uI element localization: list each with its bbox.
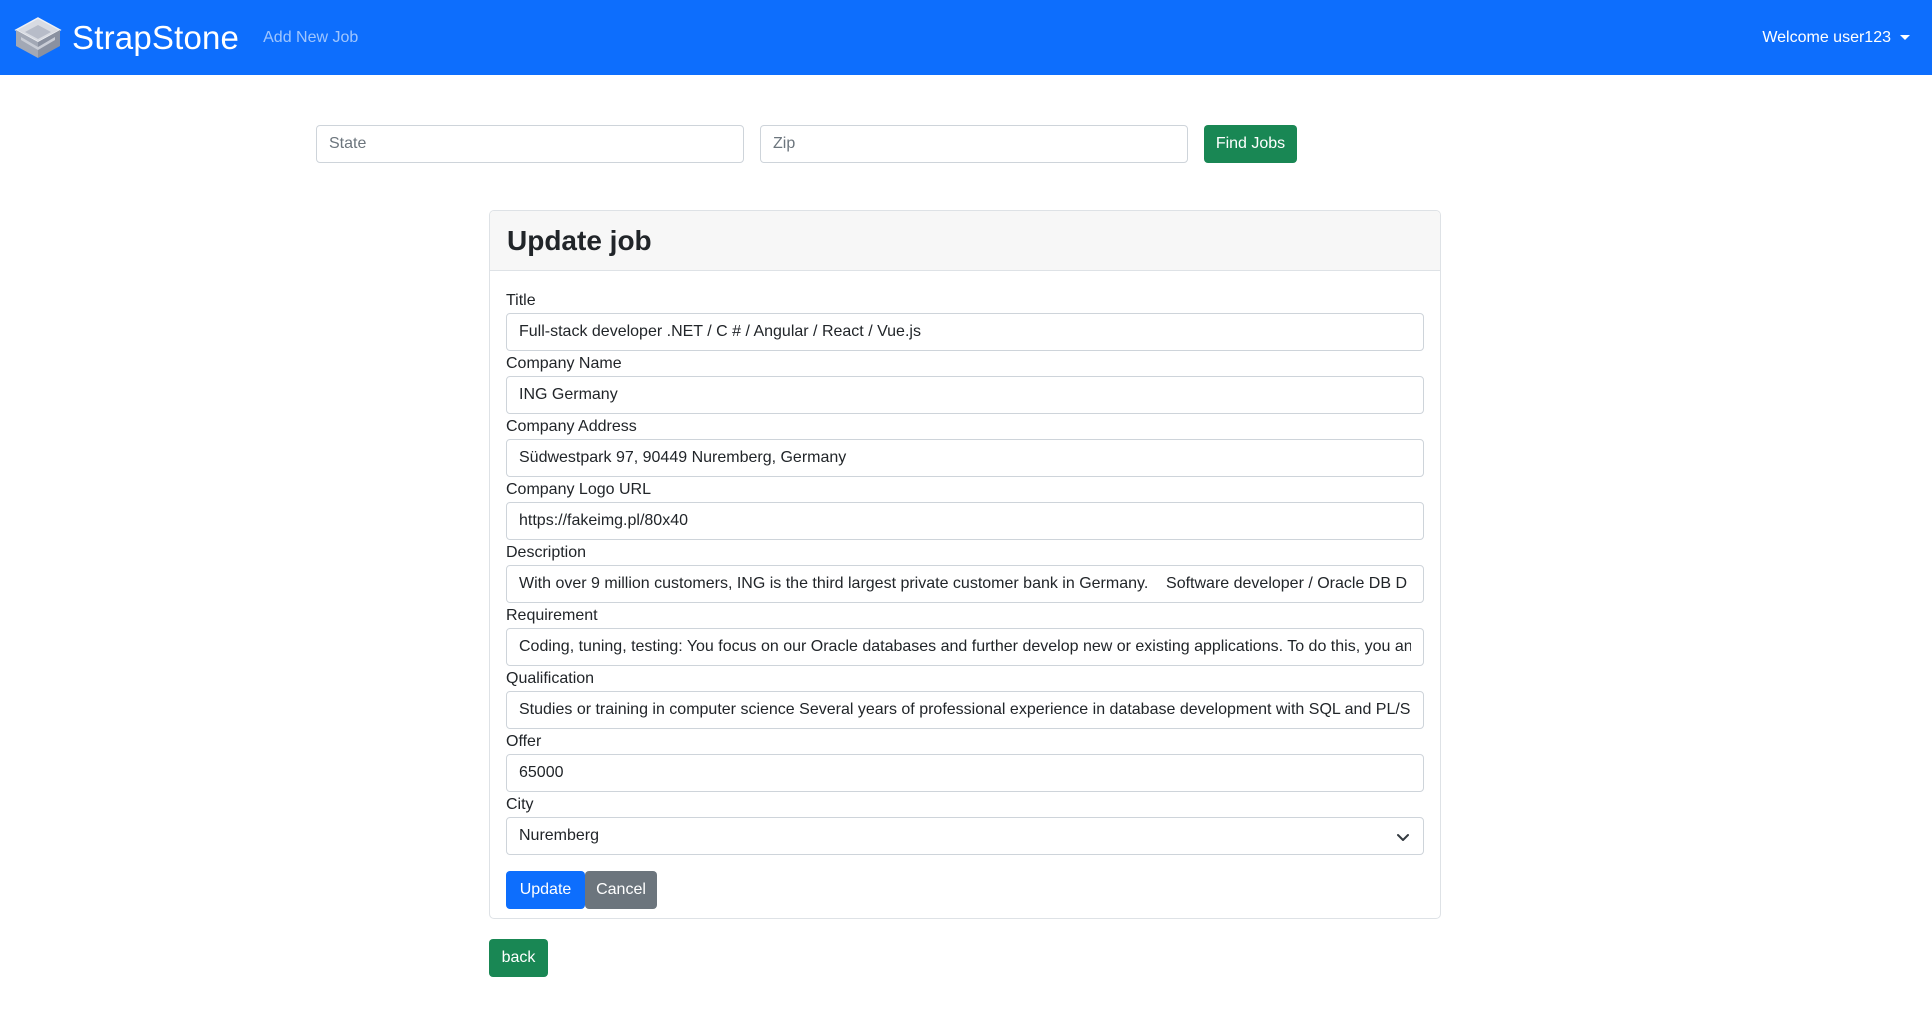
company-name-input[interactable] [506,376,1424,414]
offer-label: Offer [506,733,542,750]
page-title: Update job [507,224,652,256]
description-input[interactable] [506,565,1424,603]
title-label: Title [506,292,536,309]
top-navbar: StrapStone Add New Job Welcome user123 [0,0,1932,75]
company-address-input[interactable] [506,439,1424,477]
requirement-input[interactable] [506,628,1424,666]
update-button[interactable]: Update [506,871,585,909]
title-input[interactable] [506,313,1424,351]
update-job-card: Update job Title Company Name Company Ad… [489,210,1441,919]
state-search-input[interactable] [316,125,744,163]
stone-logo-icon [14,16,62,58]
qualification-label: Qualification [506,670,595,687]
city-label: City [506,796,534,813]
offer-input[interactable] [506,754,1424,792]
qualification-input[interactable] [506,691,1424,729]
company-address-label: Company Address [506,418,637,435]
chevron-down-icon [1397,834,1409,841]
caret-down-icon [1900,35,1910,40]
find-jobs-button[interactable]: Find Jobs [1204,125,1297,163]
nav-add-new-job[interactable]: Add New Job [263,29,358,47]
logo-url-label: Company Logo URL [506,481,651,498]
brand-link[interactable]: StrapStone [12,16,239,60]
city-selected-value: Nuremberg [519,827,600,844]
description-label: Description [506,544,587,561]
logo-url-input[interactable] [506,502,1424,540]
back-button[interactable]: back [489,939,548,977]
zip-search-input[interactable] [760,125,1188,163]
company-name-label: Company Name [506,355,622,372]
cancel-button[interactable]: Cancel [585,871,657,909]
user-menu-label: Welcome user123 [1762,28,1891,46]
user-menu-dropdown[interactable]: Welcome user123 [1762,0,1910,75]
requirement-label: Requirement [506,607,598,624]
brand-name: StrapStone [72,18,240,56]
city-select[interactable]: Nuremberg [506,817,1424,855]
card-header: Update job [490,211,1440,271]
